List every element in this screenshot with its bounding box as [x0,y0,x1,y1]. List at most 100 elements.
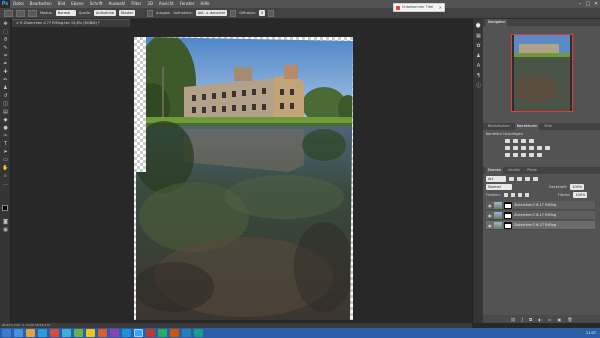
notification-close-icon[interactable]: ✕ [439,4,442,11]
link-layers-icon[interactable]: ⛓ [511,317,516,322]
layer-row[interactable]: ◉ Zisterchen7-6-17 Rifling [486,221,595,230]
taskbar-app-icon[interactable] [98,329,107,337]
menu-item-auswahl[interactable]: Auswahl [106,0,129,8]
navigator-thumbnail[interactable] [511,34,573,112]
maximize-button[interactable]: □ [584,0,592,8]
lock-transparency-icon[interactable] [503,193,508,197]
layer-style-icon[interactable]: ƒ [522,317,523,322]
ignore-adjustments-button[interactable] [230,9,237,17]
lasso-tool-icon[interactable]: ϑ [2,37,9,44]
lock-all-icon[interactable] [524,193,529,197]
aufnahme-select[interactable]: Akt. u. darunter [195,10,228,16]
document-canvas[interactable] [134,37,353,320]
gradient-map-adjustment-icon[interactable] [529,153,534,157]
menu-item-filter[interactable]: Filter [128,0,144,8]
opacity-field[interactable]: 100% [570,184,585,190]
quelle-muster-radio[interactable]: Muster [119,10,136,16]
menu-item-fenster[interactable]: Fenster [177,0,198,8]
layer-row[interactable]: ◉ Zisterchen7-6-17 Rifling [486,201,595,210]
quick-mask-icon[interactable]: ◙ [2,219,9,226]
new-layer-icon[interactable]: ▣ [558,317,562,322]
photo-filter-adjustment-icon[interactable] [537,146,542,150]
menu-item-3d[interactable]: 3D [144,0,156,8]
start-button-icon[interactable] [2,329,11,337]
tab-bibliotheken[interactable]: Bibliotheken [486,123,512,130]
filter-pixel-icon[interactable] [509,177,514,181]
taskbar-app-icon[interactable] [146,329,155,337]
menu-item-ebene[interactable]: Ebene [68,0,87,8]
history-brush-tool-icon[interactable]: ↺ [2,93,9,100]
tab-navigator[interactable]: Navigator [486,19,508,26]
history-panel-icon[interactable]: ⌚ [475,23,482,30]
menu-item-datei[interactable]: Datei [10,0,27,8]
properties-panel-icon[interactable]: ▦ [475,33,482,40]
fill-field[interactable]: 100% [573,192,588,198]
taskbar-app-icon[interactable] [122,329,131,337]
layer-row[interactable]: ◉ Zisterchen7-6-17 Rifling [486,211,595,220]
taskbar-app-icon[interactable] [86,329,95,337]
dodge-tool-icon[interactable]: ● [2,125,9,132]
black-white-adjustment-icon[interactable] [529,146,534,150]
taskbar-app-icon[interactable] [38,329,47,337]
clone-stamp-tool-icon[interactable]: ♟ [2,85,9,92]
paragraph-panel-icon[interactable]: ¶ [475,73,482,80]
quick-select-tool-icon[interactable]: ✎ [2,45,9,52]
invert-adjustment-icon[interactable] [505,153,510,157]
pressure-button[interactable] [268,9,275,17]
layer-mask-thumbnail[interactable] [504,222,512,229]
taskbar-app-icon[interactable] [62,329,71,337]
path-select-tool-icon[interactable]: ➤ [2,149,9,156]
new-group-icon[interactable]: ▭ [548,317,552,322]
notification-toast[interactable]: Unbekannter Titel ✕ [393,3,445,12]
vibrance-adjustment-icon[interactable] [505,146,510,150]
taskbar-app-icon[interactable] [170,329,179,337]
modus-select[interactable]: Normal [55,10,76,16]
filter-adjustment-icon[interactable] [517,177,522,181]
clone-source-button[interactable] [28,9,37,17]
taskbar-app-icon[interactable] [74,329,83,337]
tab-pfade[interactable]: Pfade [525,167,539,174]
taskbar-app-icon[interactable] [26,329,35,337]
taskbar-app-icon[interactable] [158,329,167,337]
diffusion-field[interactable]: 5 [259,10,266,16]
crop-tool-icon[interactable]: ⌗ [2,53,9,60]
menu-item-bild[interactable]: Bild [55,0,69,8]
visibility-eye-icon[interactable]: ◉ [488,223,492,228]
hue-saturation-adjustment-icon[interactable] [513,146,518,150]
app-logo[interactable]: Ps [0,0,10,8]
taskbar-app-icon[interactable] [110,329,119,337]
add-mask-icon[interactable]: ◘ [529,317,532,322]
visibility-eye-icon[interactable]: ◉ [488,213,492,218]
brushes-panel-icon[interactable]: ✿ [475,43,482,50]
shape-tool-icon[interactable]: ▭ [2,157,9,164]
brush-tool-icon[interactable]: ✏ [2,77,9,84]
menu-item-hilfe[interactable]: Hilfe [198,0,213,8]
layer-filter-select[interactable]: Art [486,176,506,182]
exposure-adjustment-icon[interactable] [529,139,534,143]
brightness-adjustment-icon[interactable] [505,139,510,143]
gradient-tool-icon[interactable]: ▤ [2,109,9,116]
clone-source-panel-icon[interactable]: ♟ [475,53,482,60]
healing-tool-icon[interactable]: ✚ [2,69,9,76]
color-balance-adjustment-icon[interactable] [521,146,526,150]
eraser-tool-icon[interactable]: ◫ [2,101,9,108]
posterize-adjustment-icon[interactable] [513,153,518,157]
screen-mode-icon[interactable]: ▣ [2,227,9,234]
visibility-eye-icon[interactable]: ◉ [488,203,492,208]
photoshop-taskbar-icon[interactable] [134,329,143,337]
taskbar-app-icon[interactable] [182,329,191,337]
info-panel-icon[interactable]: ⓘ [475,83,482,90]
type-tool-icon[interactable]: T [2,141,9,148]
layer-mask-thumbnail[interactable] [504,202,512,209]
menu-item-schrift[interactable]: Schrift [87,0,106,8]
tool-preset-button[interactable] [4,9,13,17]
lock-pixels-icon[interactable] [510,193,515,197]
new-adjustment-icon[interactable]: ◐ [538,317,542,322]
lock-position-icon[interactable] [517,193,522,197]
tab-ebenen[interactable]: Ebenen [486,167,504,174]
taskbar-app-icon[interactable] [50,329,59,337]
tab-korrekturen[interactable]: Korrekturen [514,123,540,130]
document-tab[interactable]: × R Zisterchen d 77 Rifling.tec 15,8% (R… [12,19,130,27]
minimize-button[interactable]: – [576,0,584,8]
foreground-color-swatch[interactable] [2,205,8,211]
